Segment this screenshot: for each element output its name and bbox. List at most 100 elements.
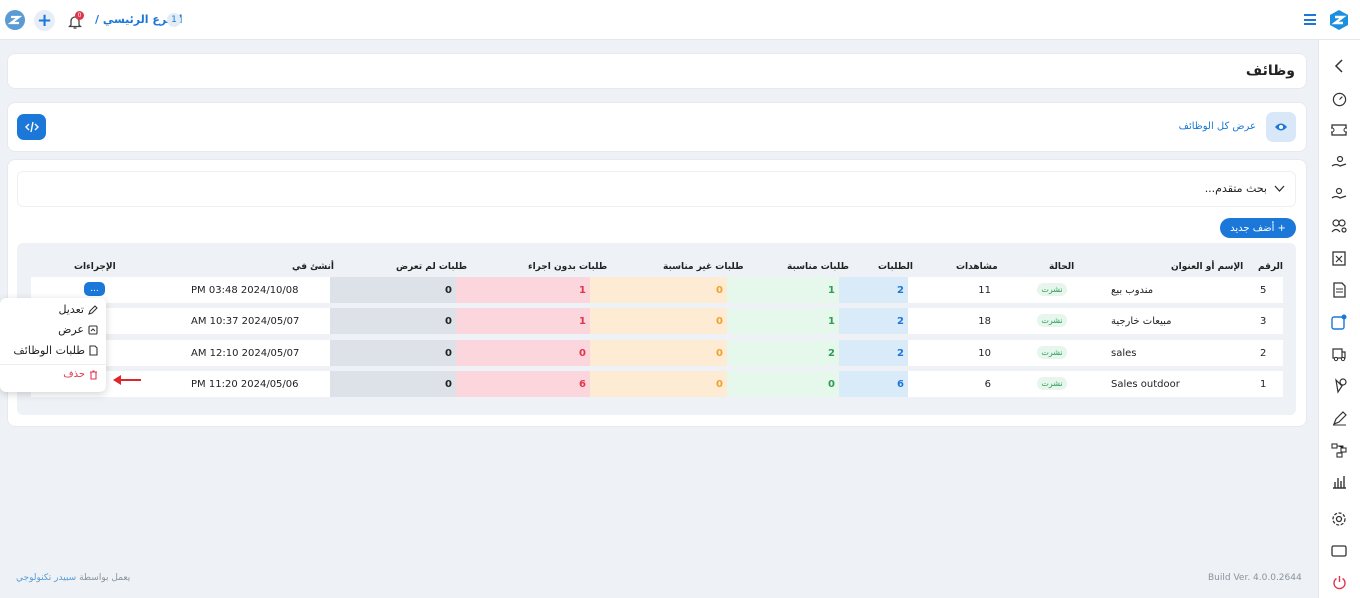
hand-coins-icon[interactable] [1330, 185, 1348, 203]
cell-suitable: 2 [727, 340, 839, 366]
row-actions-button[interactable]: ... [84, 282, 105, 296]
cell-not-viewed: 0 [330, 371, 456, 397]
view-window-icon [88, 324, 98, 335]
advanced-search-toggle[interactable]: بحث متقدم... [17, 171, 1296, 207]
branch-number-badge: 1 [167, 13, 181, 27]
cell-applications: 2 [839, 340, 908, 366]
table-row[interactable]: 3 مبيعات خارجية نشرت 18 2 1 0 1 0 2024/0… [31, 308, 1283, 334]
cell-views: 11 [978, 284, 991, 296]
app-logo-icon[interactable] [1328, 9, 1350, 31]
cell-created: 2024/05/06 11:20 PM [191, 378, 299, 390]
window-icon[interactable] [1330, 542, 1348, 560]
cell-no-action: 1 [456, 277, 590, 303]
settings-gear-icon[interactable] [1330, 510, 1348, 528]
cell-not-viewed: 0 [330, 340, 456, 366]
cell-applications: 2 [839, 308, 908, 334]
cell-no-action: 6 [456, 371, 590, 397]
cell-suitable: 0 [727, 371, 839, 397]
ticket-icon[interactable] [1330, 121, 1348, 139]
cell-views: 18 [978, 315, 991, 327]
powered-by: يعمل بواسطة سبيدر تكنولوجي [16, 573, 130, 583]
cell-created: 2024/05/07 12:10 AM [191, 347, 300, 359]
header-applications: الطلبات [878, 262, 914, 272]
status-badge: نشرت [1037, 314, 1067, 327]
users-settings-icon[interactable] [1330, 217, 1348, 235]
header-id: الرقم [1258, 262, 1284, 272]
notifications-button[interactable]: 0 [66, 11, 84, 31]
menu-item-job-requests[interactable]: طلبات الوظائف [13, 344, 98, 357]
status-badge: نشرت [1037, 377, 1067, 390]
view-all-jobs-button[interactable]: عرض كل الوظائف [1176, 112, 1296, 142]
avatar-logo-icon[interactable] [5, 10, 25, 30]
header-not-viewed: طلبات لم تعرض [396, 262, 468, 272]
cell-views: 6 [984, 378, 991, 390]
powered-by-link[interactable]: سبيدر تكنولوجي [16, 573, 76, 583]
cell-applications: 6 [839, 371, 908, 397]
header-no-action: طلبات بدون اجراء [528, 262, 608, 272]
table-row[interactable]: 2 sales نشرت 10 2 2 0 0 0 2024/05/07 12:… [31, 340, 1283, 366]
cell-suitable: 1 [727, 308, 839, 334]
cell-unsuitable: 0 [590, 277, 727, 303]
build-version: Build Ver. 4.0.0.2644 [1208, 573, 1302, 583]
pin-check-icon[interactable] [1330, 377, 1348, 395]
cell-not-viewed: 0 [330, 308, 456, 334]
sidebar [1318, 40, 1360, 598]
embed-code-button[interactable] [17, 114, 46, 140]
jobs-active-icon[interactable] [1330, 313, 1348, 331]
pencil-icon [88, 304, 98, 315]
add-new-button[interactable]: + أضف جديد [1220, 218, 1296, 238]
table-row[interactable]: 1 Sales outdoor نشرت 6 6 0 0 6 0 2024/05… [31, 371, 1283, 397]
cell-id: 2 [1260, 347, 1267, 359]
cell-views: 10 [978, 347, 991, 359]
top-bar: + 0 الفرع الرئيسي / 1 [0, 0, 1360, 40]
dashboard-gauge-icon[interactable] [1330, 90, 1348, 108]
truck-icon[interactable] [1330, 345, 1348, 363]
cell-id: 1 [1260, 378, 1267, 390]
header-unsuitable: طلبات غير مناسبة [663, 262, 744, 272]
header-actions: الإجراءات [74, 262, 116, 272]
menu-item-delete-label: حذف [63, 369, 85, 380]
header-status: الحالة [1049, 262, 1075, 272]
hand-money-icon[interactable] [1330, 153, 1348, 171]
trash-icon [90, 369, 97, 380]
sitemap-icon[interactable] [1330, 441, 1348, 459]
cell-unsuitable: 0 [590, 308, 727, 334]
document-icon[interactable] [1330, 281, 1348, 299]
eye-icon [1266, 112, 1296, 142]
cell-unsuitable: 0 [590, 340, 727, 366]
menu-item-delete[interactable]: حذف [63, 369, 98, 380]
cell-suitable: 1 [727, 277, 839, 303]
cell-created: 2024/10/08 03:48 PM [191, 284, 299, 296]
toolbar-card: عرض كل الوظائف [7, 102, 1307, 152]
cell-no-action: 0 [456, 340, 590, 366]
cell-name: مبيعات خارجية [1111, 315, 1172, 327]
status-badge: نشرت [1037, 283, 1067, 296]
advanced-search-label: بحث متقدم... [1204, 182, 1267, 195]
cell-no-action: 1 [456, 308, 590, 334]
menu-item-job-requests-label: طلبات الوظائف [13, 344, 85, 357]
branch-breadcrumb[interactable]: الفرع الرئيسي / 1 [95, 13, 183, 29]
header-name: الإسم أو العنوان [1171, 262, 1244, 272]
menu-item-edit[interactable]: تعديل [58, 303, 98, 316]
header-views: مشاهدات [956, 262, 998, 272]
cell-name: sales [1111, 347, 1137, 359]
header-created: أنشئ في [292, 262, 335, 272]
powered-by-prefix: يعمل بواسطة [79, 573, 131, 583]
power-logout-icon[interactable] [1330, 573, 1348, 591]
menu-toggle-icon[interactable] [1304, 14, 1316, 25]
bar-chart-icon[interactable] [1330, 473, 1348, 491]
cell-not-viewed: 0 [330, 277, 456, 303]
notification-count-badge: 0 [75, 11, 84, 20]
page-title: وظائف [1245, 63, 1295, 79]
menu-item-view[interactable]: عرض [58, 323, 98, 336]
pen-icon[interactable] [1330, 409, 1348, 427]
calculator-icon[interactable] [1330, 249, 1348, 267]
cell-id: 3 [1260, 315, 1267, 327]
menu-item-edit-label: تعديل [58, 303, 84, 316]
table-row[interactable]: 5 مندوب بيع نشرت 11 2 1 0 1 0 2024/10/08… [31, 277, 1283, 303]
add-icon[interactable]: + [34, 10, 55, 31]
cell-id: 5 [1260, 284, 1267, 296]
collapse-chevron-icon[interactable] [1330, 57, 1348, 75]
page-title-card: وظائف [7, 53, 1307, 89]
cell-name: Sales outdoor [1111, 378, 1180, 390]
